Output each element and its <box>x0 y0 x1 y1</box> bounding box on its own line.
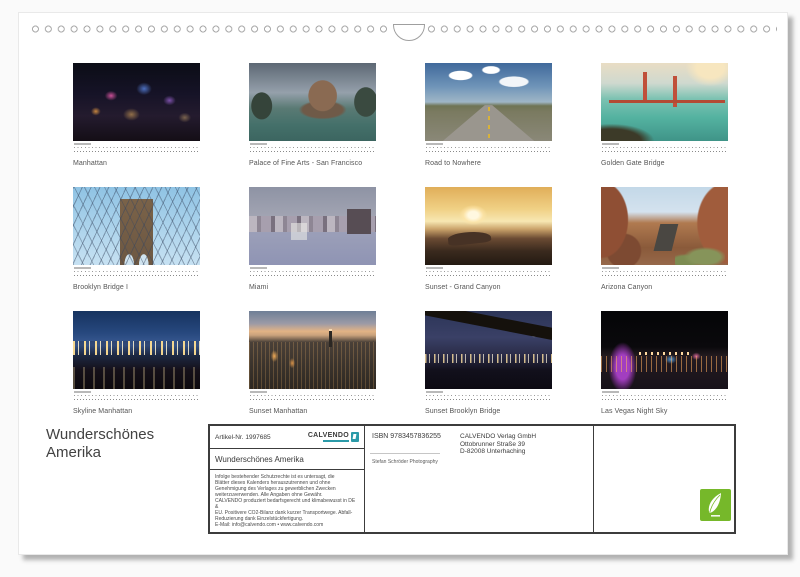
article-number: Artikel-Nr. 1997685 <box>215 434 271 441</box>
month-thumbnail: Skyline Manhattan <box>73 311 200 435</box>
mini-calendar-strip <box>601 391 728 402</box>
info-left-column: Artikel-Nr. 1997685 CALVENDO Wunderschön… <box>210 426 365 532</box>
month-thumbnail: Sunset Brooklyn Bridge <box>425 311 552 435</box>
leaf-icon <box>705 492 727 518</box>
photo-grand-canyon-sunset <box>425 187 552 265</box>
month-thumbnail-grid: Manhattan Palace of Fine Arts - San Fran… <box>73 63 728 435</box>
photo-arizona-canyon <box>601 187 728 265</box>
thumbnail-caption: Skyline Manhattan <box>73 408 200 415</box>
photo-road-to-nowhere <box>425 63 552 141</box>
legal-text: Infolge bestehender Schutzrechte ist es … <box>215 474 359 528</box>
thumbnail-caption: Brooklyn Bridge I <box>73 284 200 291</box>
mini-calendar-strip <box>249 391 376 402</box>
info-middle-column: ISBN 9783457836255 Stefan Schröder Photo… <box>365 426 594 532</box>
thumbnail-caption: Sunset - Grand Canyon <box>425 284 552 291</box>
thumbnail-caption: Las Vegas Night Sky <box>601 408 728 415</box>
calvendo-logo-icon <box>351 432 359 442</box>
spiral-binding-holes-left <box>29 24 391 34</box>
photo-golden-gate-bridge <box>601 63 728 141</box>
mini-calendar-strip <box>425 267 552 278</box>
month-thumbnail: Palace of Fine Arts - San Francisco <box>249 63 376 187</box>
publisher-address: CALVENDO Verlag GmbH Ottobrunner Straße … <box>460 433 536 456</box>
calendar-title-cell: Wunderschönes Amerika <box>210 449 364 470</box>
photo-las-vegas-night <box>601 311 728 389</box>
thumbnail-caption: Sunset Manhattan <box>249 408 376 415</box>
mini-calendar-strip <box>73 391 200 402</box>
calendar-title: Wunderschönes Amerika <box>46 426 154 462</box>
month-thumbnail: Arizona Canyon <box>601 187 728 311</box>
calendar-back-page: Manhattan Palace of Fine Arts - San Fran… <box>18 12 788 555</box>
photo-miami <box>249 187 376 265</box>
spiral-binding-holes-right <box>425 24 777 34</box>
article-row: Artikel-Nr. 1997685 CALVENDO <box>210 426 364 449</box>
info-right-column: 9 783457 836255 <box>594 426 734 532</box>
month-thumbnail: Road to Nowhere <box>425 63 552 187</box>
month-thumbnail: Sunset Manhattan <box>249 311 376 435</box>
eco-leaf-logo <box>700 489 731 521</box>
month-thumbnail: Brooklyn Bridge I <box>73 187 200 311</box>
month-thumbnail: Sunset - Grand Canyon <box>425 187 552 311</box>
calvendo-logo-text: CALVENDO <box>308 432 349 442</box>
hanger-notch <box>393 24 425 41</box>
month-thumbnail: Manhattan <box>73 63 200 187</box>
mini-calendar-strip <box>73 143 200 154</box>
thumbnail-caption: Golden Gate Bridge <box>601 160 728 167</box>
thumbnail-caption: Sunset Brooklyn Bridge <box>425 408 552 415</box>
month-thumbnail: Las Vegas Night Sky <box>601 311 728 435</box>
photo-palace-of-fine-arts <box>249 63 376 141</box>
calvendo-tagline-bar <box>323 440 349 442</box>
thumbnail-caption: Palace of Fine Arts - San Francisco <box>249 160 376 167</box>
thumbnail-caption: Miami <box>249 284 376 291</box>
product-info-box: Artikel-Nr. 1997685 CALVENDO Wunderschön… <box>208 424 736 534</box>
thumbnail-caption: Road to Nowhere <box>425 160 552 167</box>
photo-sunset-brooklyn-bridge <box>425 311 552 389</box>
mini-calendar-strip <box>601 267 728 278</box>
mini-calendar-strip <box>601 143 728 154</box>
thumbnail-caption: Arizona Canyon <box>601 284 728 291</box>
mini-calendar-strip <box>249 143 376 154</box>
photo-brooklyn-bridge <box>73 187 200 265</box>
month-thumbnail: Miami <box>249 187 376 311</box>
photographer-credit: Stefan Schröder Photography <box>372 459 438 465</box>
isbn-number: ISBN 9783457836255 <box>372 433 441 440</box>
month-thumbnail: Golden Gate Bridge <box>601 63 728 187</box>
legal-cell: Infolge bestehender Schutzrechte ist es … <box>210 470 364 532</box>
photo-sunset-manhattan <box>249 311 376 389</box>
mini-calendar-strip <box>249 267 376 278</box>
thumbnail-caption: Manhattan <box>73 160 200 167</box>
mini-calendar-strip <box>425 391 552 402</box>
divider-line <box>370 453 440 454</box>
photo-skyline-manhattan <box>73 311 200 389</box>
mini-calendar-strip <box>425 143 552 154</box>
calvendo-logo: CALVENDO <box>308 432 359 442</box>
photo-manhattan-night <box>73 63 200 141</box>
mini-calendar-strip <box>73 267 200 278</box>
